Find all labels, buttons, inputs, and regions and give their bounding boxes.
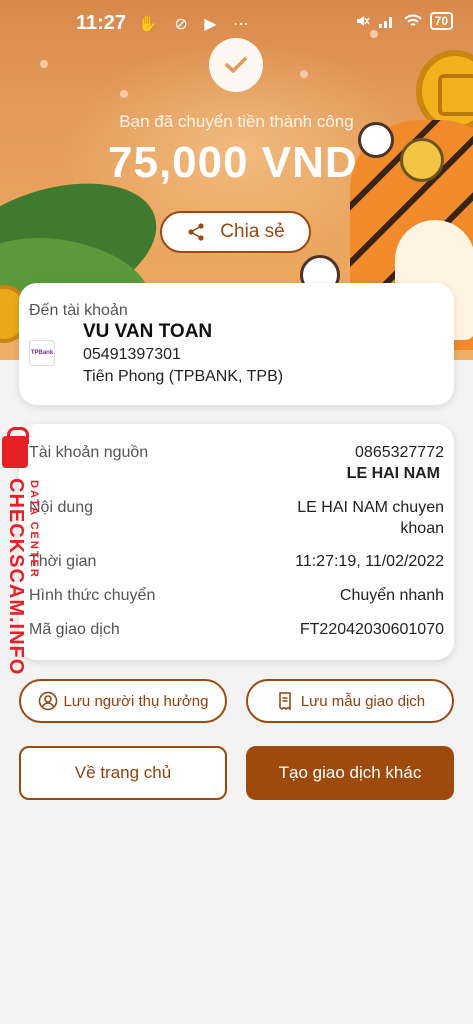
recipient-label: Đến tài khoản (29, 302, 128, 319)
transfer-amount: 75,000 VND (108, 138, 358, 187)
save-beneficiary-label: Lưu người thụ hưởng (63, 692, 209, 710)
recipient-account-number: 05491397301 (83, 346, 181, 363)
new-transaction-button[interactable]: Tạo giao dịch khác (246, 746, 454, 800)
time-value: 11:27:19, 11/02/2022 (295, 553, 444, 570)
transaction-details-card: Tài khoản nguồn 0865327772 LE HAI NAM Nộ… (19, 424, 454, 660)
status-time: 11:27 (76, 12, 127, 34)
content-value-line1: LE HAI NAM chuyen (297, 499, 444, 516)
receipt-icon (279, 692, 291, 711)
wifi-icon (403, 14, 422, 26)
save-beneficiary-button[interactable]: Lưu người thụ hưởng (19, 679, 227, 723)
blossom-decoration (120, 90, 128, 98)
source-account-label: Tài khoản nguồn (29, 444, 149, 461)
blossom-decoration (40, 60, 48, 68)
user-icon (38, 691, 57, 711)
status-right: 70 (354, 12, 453, 30)
success-message: Bạn đã chuyển tiền thành công (119, 112, 354, 131)
save-template-label: Lưu mẫu giao dịch (300, 692, 426, 710)
save-template-button[interactable]: Lưu mẫu giao dịch (246, 679, 454, 723)
transfer-method-value: Chuyển nhanh (339, 587, 444, 604)
battery-icon: 70 (429, 12, 453, 30)
source-account-name: LE HAI NAM (346, 465, 440, 482)
recipient-name: VU VAN TOAN (83, 321, 213, 342)
share-icon (188, 223, 204, 241)
share-button[interactable]: Chia sẻ (160, 211, 311, 253)
share-button-label: Chia sẻ (220, 221, 285, 242)
recipient-bank-name: Tiên Phong (TPBANK, TPB) (83, 368, 284, 385)
transaction-code-label: Mã giao dịch (29, 621, 120, 638)
transaction-code-value: FT22042030601070 (299, 621, 444, 638)
blossom-decoration (300, 70, 308, 78)
bank-logo: TPBank (29, 340, 55, 366)
home-button[interactable]: Về trang chủ (19, 746, 227, 800)
transfer-method-label: Hình thức chuyển (29, 587, 156, 604)
success-check-icon (209, 38, 263, 92)
watermark-text: CHECKSCAM.INFO (5, 478, 27, 676)
mute-icon (356, 16, 370, 26)
lock-icon (2, 427, 29, 468)
content-value-line2: khoan (400, 520, 444, 537)
notification-icons: ✋ ⊘ ▶ ⋯ (138, 16, 255, 33)
source-account-number: 0865327772 (355, 444, 444, 461)
recipient-card: Đến tài khoản TPBank VU VAN TOAN 0549139… (19, 283, 454, 405)
bee-decoration (400, 138, 444, 182)
watermark-subtext: DATA CENTER (28, 480, 40, 579)
signal-icon (378, 17, 392, 28)
